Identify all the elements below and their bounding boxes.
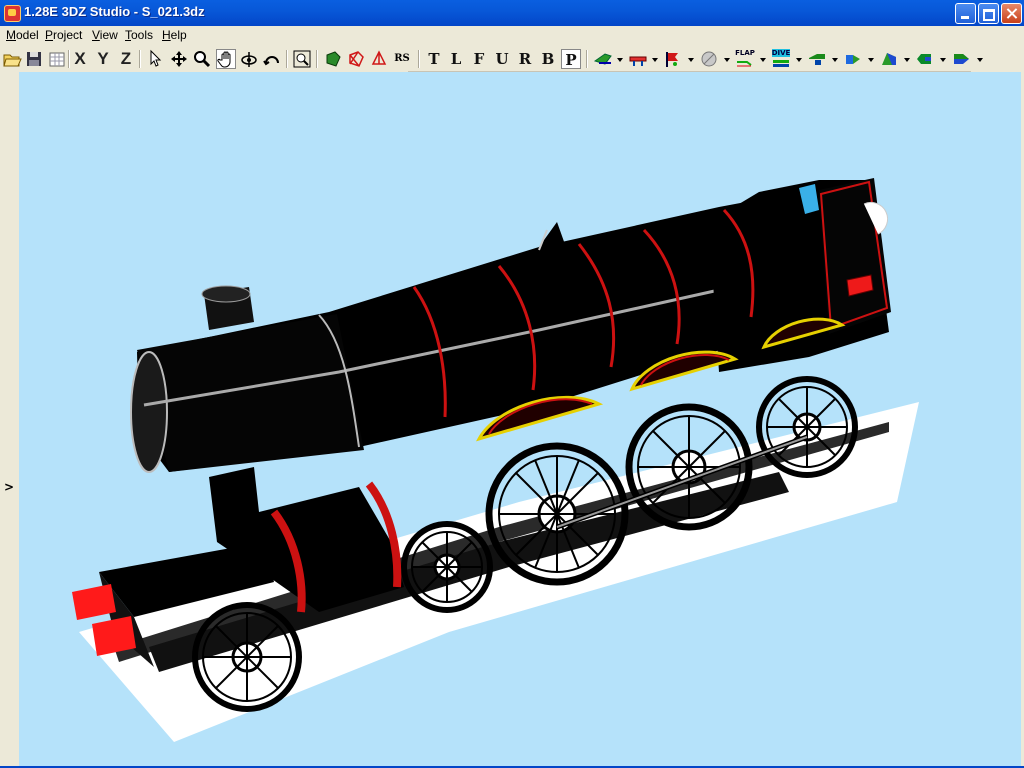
pony-wheel <box>401 521 493 613</box>
menu-view[interactable]: View <box>91 28 119 42</box>
driving-wheel-1 <box>485 442 629 586</box>
spinner-tool-icon[interactable] <box>951 49 971 69</box>
window-title: 1.28E 3DZ Studio - S_021.3dz <box>24 4 205 19</box>
smokebox-door <box>130 351 168 473</box>
toolbar-separator <box>418 50 420 68</box>
dropdown-arrow[interactable] <box>688 58 694 62</box>
dropdown-arrow[interactable] <box>940 58 946 62</box>
save-icon[interactable] <box>24 49 44 69</box>
tail-tool-icon[interactable] <box>807 49 827 69</box>
orbit-icon[interactable] <box>239 49 259 69</box>
axis-y-button[interactable]: Y <box>93 49 113 69</box>
fuselage-tool-icon[interactable] <box>628 49 648 69</box>
dropdown-arrow[interactable] <box>796 58 802 62</box>
cowl-tool-icon[interactable] <box>915 49 935 69</box>
steam-dome <box>539 222 567 250</box>
flag-tool-icon[interactable] <box>663 49 683 69</box>
rotate-icon[interactable] <box>262 49 282 69</box>
axis-x-button[interactable]: X <box>70 49 90 69</box>
nose-tool-icon[interactable] <box>843 49 863 69</box>
maximize-button[interactable] <box>978 3 999 24</box>
dropdown-arrow[interactable] <box>652 58 658 62</box>
view-under-button[interactable]: U <box>492 49 512 69</box>
dropdown-arrow[interactable] <box>760 58 766 62</box>
dropdown-arrow[interactable] <box>724 58 730 62</box>
menu-project[interactable]: Project <box>44 28 83 42</box>
canopy-tool-icon[interactable] <box>879 49 899 69</box>
view-right-button[interactable]: R <box>515 49 535 69</box>
select-arrow-icon[interactable] <box>145 49 165 69</box>
solid-shade-icon[interactable] <box>323 49 343 69</box>
steam-locomotive-model <box>19 72 919 742</box>
toolbar-separator <box>139 50 141 68</box>
chevron-right-icon[interactable]: > <box>4 480 14 494</box>
chimney-top <box>201 285 251 303</box>
zoom-icon[interactable] <box>192 49 212 69</box>
menu-model[interactable]: Model <box>5 28 40 42</box>
flap-label: FLAP <box>735 49 755 57</box>
edges-icon[interactable] <box>369 49 389 69</box>
cab-window-frame <box>19 72 20 73</box>
dive-tool-button[interactable]: DIVE <box>771 49 791 69</box>
dropdown-arrow[interactable] <box>868 58 874 62</box>
toolbar-separator <box>316 50 318 68</box>
dropdown-arrow[interactable] <box>977 58 983 62</box>
title-bar[interactable]: 1.28E 3DZ Studio - S_021.3dz <box>0 0 1024 26</box>
dive-label: DIVE <box>771 49 791 57</box>
view-perspective-button[interactable]: P <box>561 49 581 69</box>
leading-wheel <box>192 602 302 712</box>
app-icon[interactable] <box>4 5 21 22</box>
pan-hand-icon[interactable] <box>216 49 236 69</box>
minimize-button[interactable] <box>955 3 976 24</box>
wing-tool-icon[interactable] <box>593 49 613 69</box>
wireframe-icon[interactable] <box>346 49 366 69</box>
menu-tools[interactable]: Tools <box>124 28 154 42</box>
zoom-extents-icon[interactable] <box>292 49 312 69</box>
view-left-button[interactable]: L <box>446 49 466 69</box>
view-top-button[interactable]: T <box>424 49 444 69</box>
toolbar-separator <box>586 50 588 68</box>
main-toolbar: X Y Z RS T L F U R B P FLAP DIVE <box>0 46 1024 73</box>
move-icon[interactable] <box>169 49 189 69</box>
driving-wheel-3 <box>756 376 858 478</box>
dropdown-arrow[interactable] <box>904 58 910 62</box>
dropdown-arrow[interactable] <box>832 58 838 62</box>
close-button[interactable] <box>1001 3 1022 24</box>
open-folder-icon[interactable] <box>2 49 22 69</box>
grid-icon[interactable] <box>47 49 67 69</box>
view-back-button[interactable]: B <box>538 49 558 69</box>
3d-viewport[interactable] <box>19 72 1021 766</box>
disc-tool-icon[interactable] <box>699 49 719 69</box>
flap-tool-button[interactable]: FLAP <box>735 49 755 69</box>
menu-help[interactable]: Help <box>161 28 188 42</box>
menu-bar: Model Project View Tools Help <box>0 26 1024 46</box>
toolbar-separator <box>286 50 288 68</box>
view-front-button[interactable]: F <box>469 49 489 69</box>
smokebox-side <box>137 314 364 472</box>
axis-z-button[interactable]: Z <box>116 49 136 69</box>
dropdown-arrow[interactable] <box>617 58 623 62</box>
left-side-panel: > <box>0 72 20 768</box>
rs-button[interactable]: RS <box>392 49 412 69</box>
buffer-left <box>72 584 116 620</box>
